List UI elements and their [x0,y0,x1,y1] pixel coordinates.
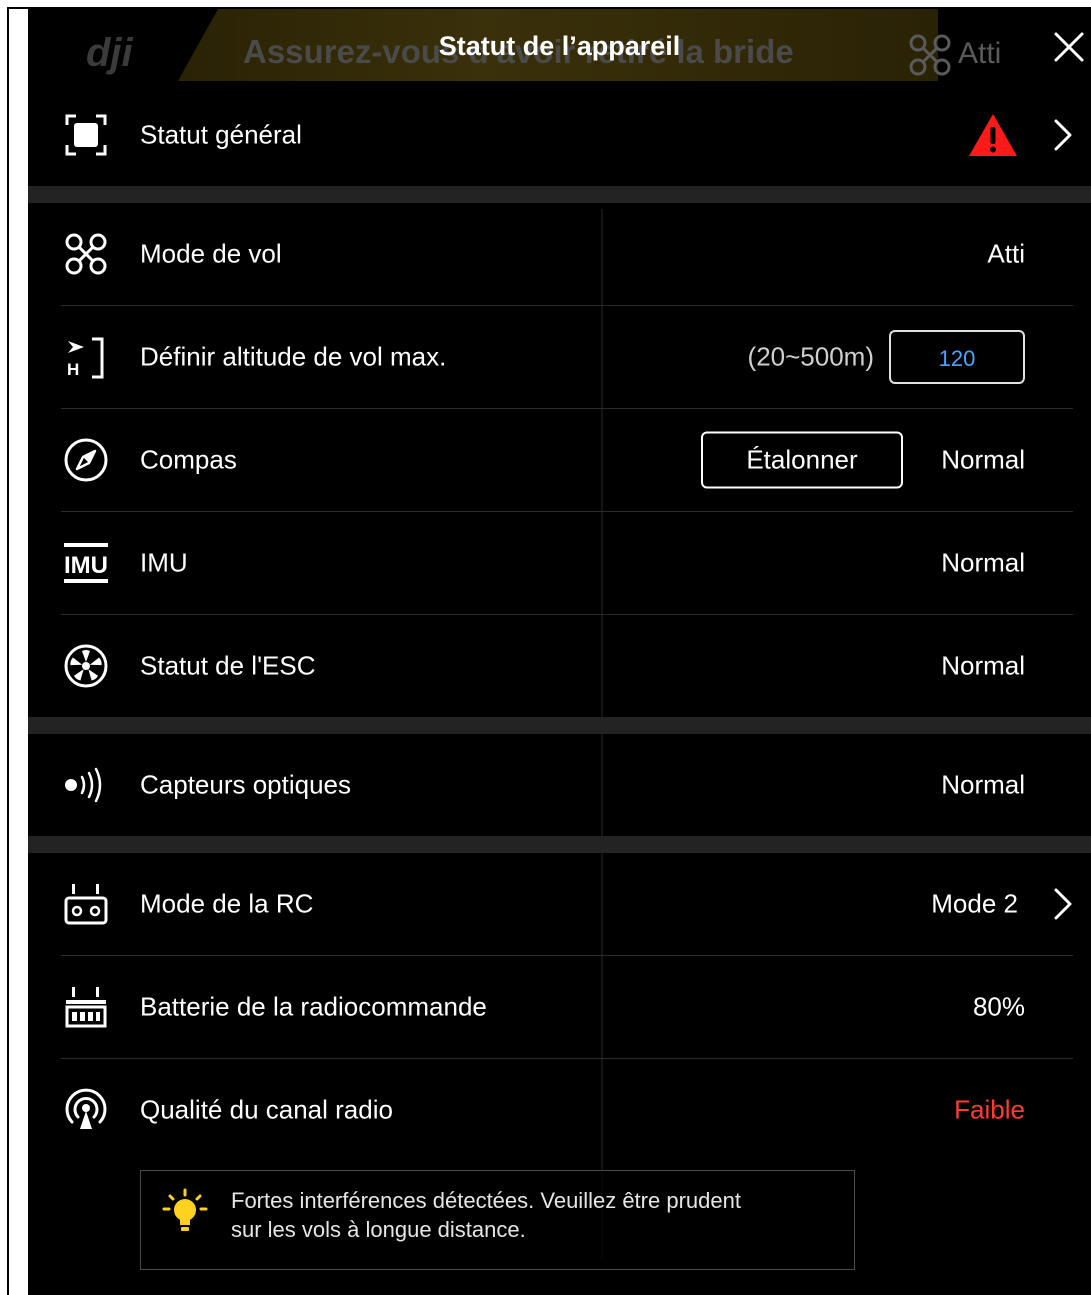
compass-icon [63,437,109,483]
compass-row: Compas Étalonner Normal [28,409,1091,511]
section-gap [28,836,1091,853]
rc-mode-row[interactable]: Mode de la RC Mode 2 [28,853,1091,955]
imu-label: IMU [140,547,188,578]
imu-icon-text: IMU [64,552,108,579]
warning-icon [969,114,1017,156]
optical-sensors-label: Capteurs optiques [140,769,352,800]
bulb-icon [162,1188,208,1231]
close-icon[interactable] [1051,29,1087,65]
rc-battery-icon [63,984,109,1030]
rc-mode-label: Mode de la RC [140,888,314,919]
radio-quality-row: Qualité du canal radio Faible [28,1059,1091,1161]
imu-value: Normal [941,547,1025,578]
radio-quality-value: Faible [954,1094,1025,1125]
device-status-panel: dji Assurez-vous d'avoir retiré la bride… [28,9,1091,1295]
calibrate-button[interactable]: Étalonner [701,431,903,489]
esc-value: Normal [941,650,1025,681]
hint-text: Fortes interférences détectées. Veuillez… [231,1186,834,1244]
page-title: Statut de l’appareil [438,31,681,61]
altitude-icon: H [63,334,109,380]
imu-row: IMU IMU Normal [28,512,1091,614]
frame-border-left [7,8,9,1295]
drone-icon [63,231,109,277]
chevron-right-icon[interactable] [1053,118,1073,152]
section-gap [28,717,1091,734]
optical-sensors-row: Capteurs optiques Normal [28,734,1091,836]
radio-signal-icon [63,1087,109,1133]
compass-value: Normal [941,444,1025,475]
max-altitude-row: H Définir altitude de vol max. (20~500m)… [28,306,1091,408]
rc-icon [63,881,109,927]
general-status-label: Statut général [140,119,302,150]
rc-battery-label: Batterie de la radiocommande [140,991,487,1022]
flight-mode-row: Mode de vol Atti [28,203,1091,305]
compass-label: Compas [140,444,237,475]
optical-sensor-icon [63,762,109,808]
chevron-right-icon[interactable] [1053,887,1073,921]
max-altitude-input[interactable]: 120 [889,330,1025,384]
optical-sensors-value: Normal [941,769,1025,800]
flight-mode-label: Mode de vol [140,238,282,269]
esc-label: Statut de l'ESC [140,650,316,681]
rc-mode-value: Mode 2 [931,888,1018,919]
esc-row: Statut de l'ESC Normal [28,615,1091,717]
general-status-row[interactable]: Statut général [28,84,1091,186]
imu-icon: IMU [63,540,109,586]
section-gap [28,186,1091,203]
radio-quality-label: Qualité du canal radio [140,1094,393,1125]
rc-battery-value: 80% [972,991,1025,1022]
esc-icon [63,643,109,689]
frame-icon [63,112,109,158]
flight-mode-value: Atti [987,238,1025,269]
hint-text-line2: sur les vols à longue distance. [231,1217,526,1242]
altitude-range: (20~500m) [747,341,874,372]
svg-text:H: H [67,360,79,379]
rc-battery-row: Batterie de la radiocommande 80% [28,956,1091,1058]
hint-text-line1: Fortes interférences détectées. Veuillez… [231,1188,741,1213]
interference-hint: Fortes interférences détectées. Veuillez… [140,1170,855,1270]
max-altitude-label: Définir altitude de vol max. [140,341,447,372]
